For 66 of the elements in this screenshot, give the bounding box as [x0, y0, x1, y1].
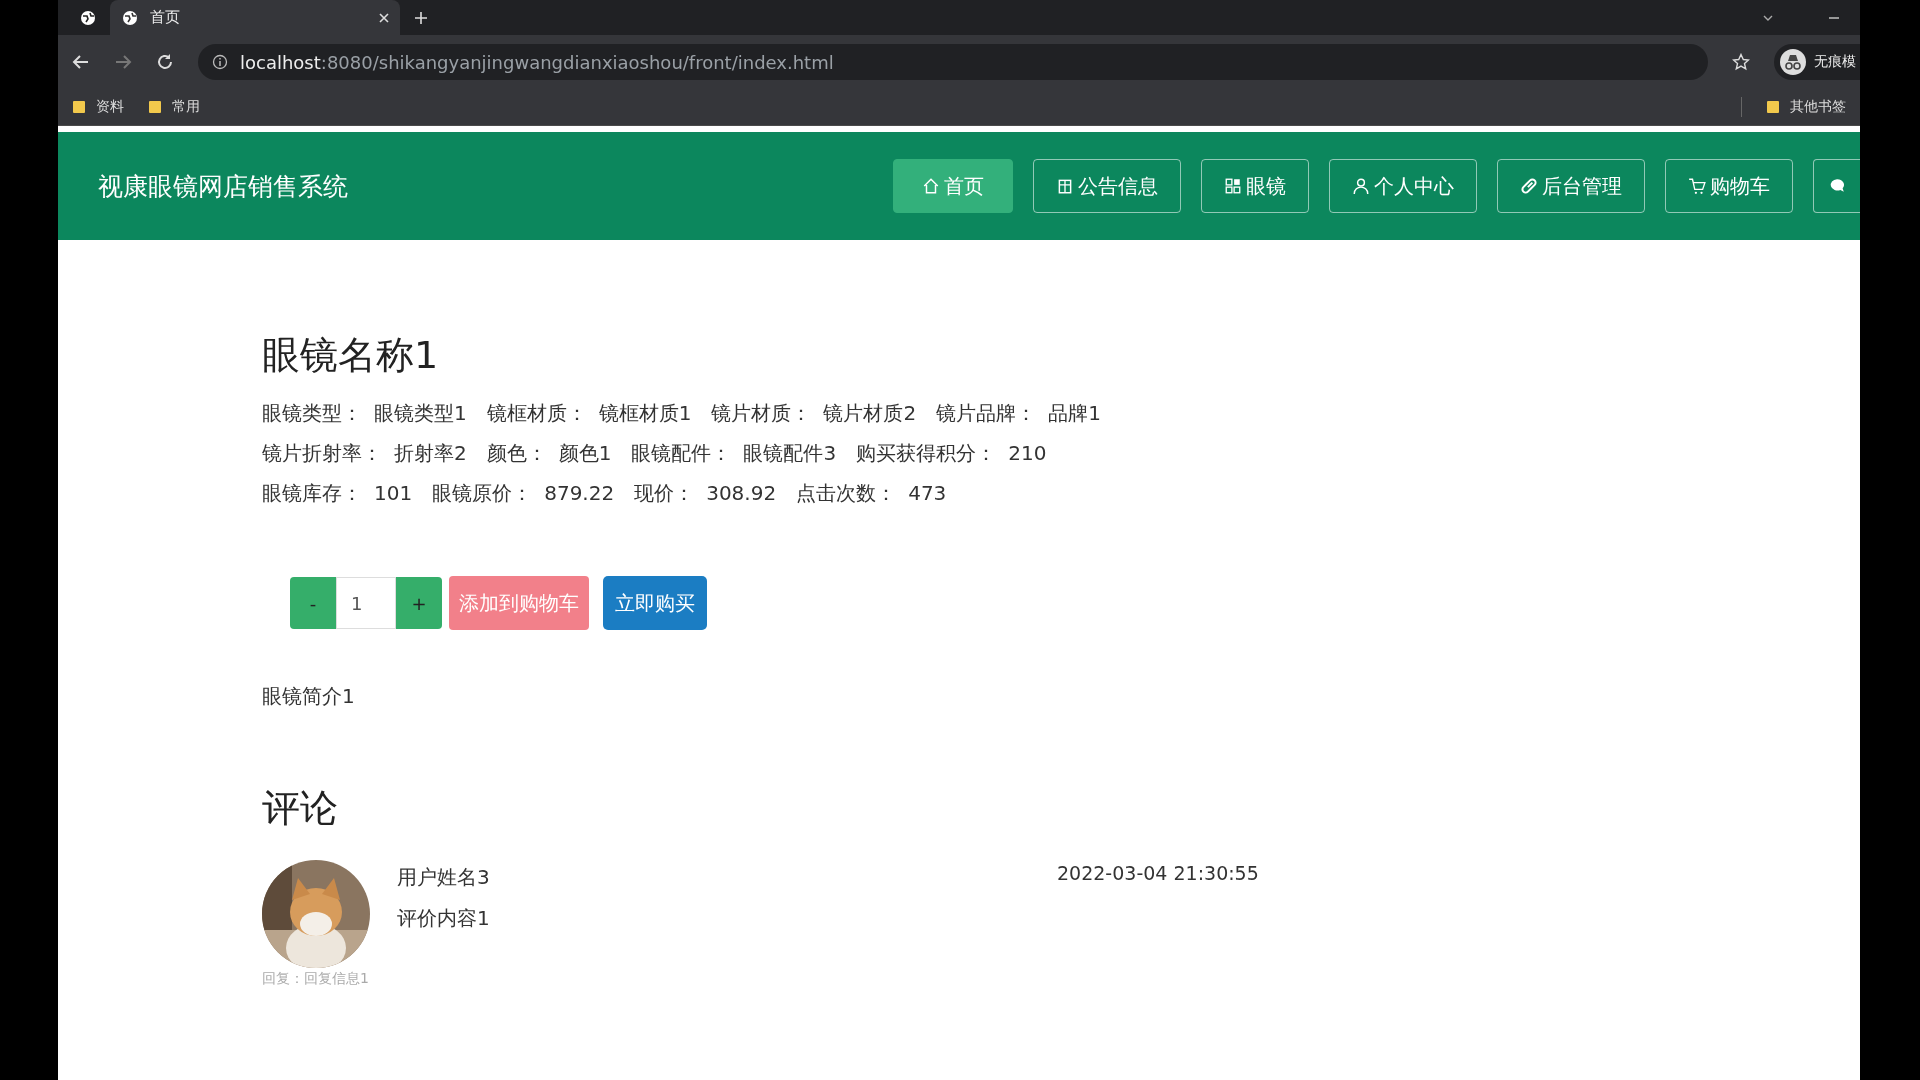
attribute-value: 101: [374, 480, 413, 507]
product-title: 眼镜名称1: [262, 332, 440, 379]
folder-icon: [72, 100, 86, 114]
reply-text: 回复：回复信息1: [262, 970, 370, 988]
buy-now-button[interactable]: 立即购买: [603, 576, 707, 630]
address-field[interactable]: localhost:8080/shikangyanjingwangdianxiaoshou/front/index.html: [198, 44, 1708, 80]
decrease-button[interactable]: -: [290, 577, 336, 629]
reload-icon[interactable]: [156, 53, 174, 71]
nav-button[interactable]: 个人中心: [1329, 159, 1477, 213]
browser-tab[interactable]: 首页: [110, 0, 400, 35]
attribute-value: 879.22: [544, 480, 615, 507]
attribute-label: 颜色：: [486, 440, 547, 467]
grid-icon: [1224, 177, 1242, 195]
comment-text: 评价内容1: [397, 905, 491, 932]
increase-button[interactable]: +: [396, 577, 442, 629]
attribute-value: 品牌1: [1048, 400, 1101, 427]
nav-button[interactable]: 后台管理: [1497, 159, 1645, 213]
bookmark-folder[interactable]: 常用: [148, 98, 200, 116]
nav-button[interactable]: 眼镜: [1201, 159, 1309, 213]
nav-button[interactable]: 公告信息: [1033, 159, 1181, 213]
cart-icon: [1688, 177, 1706, 195]
bookmark-folder[interactable]: 其他书签: [1766, 98, 1846, 116]
link-icon: [1520, 177, 1538, 195]
attribute-value: 473: [908, 480, 947, 507]
attribute-value: 308.92: [706, 480, 777, 507]
attribute-value: 眼镜类型1: [374, 400, 467, 427]
incognito-icon[interactable]: [1780, 49, 1806, 75]
comment-time: 2022-03-04 21:30:55: [1057, 861, 1259, 884]
attribute-label: 镜片品牌：: [936, 400, 1037, 427]
folder-icon: [1766, 100, 1780, 114]
user-icon: [1352, 177, 1370, 195]
site-title: 视康眼镜网店销售系统: [98, 170, 348, 203]
attribute-label: 镜框材质：: [486, 400, 587, 427]
attribute-label: 眼镜库存：: [262, 480, 362, 507]
attribute-label: 现价：: [634, 480, 695, 507]
quantity-field[interactable]: 1: [336, 577, 396, 629]
attribute-value: 折射率2: [394, 440, 467, 467]
attribute-value: 镜框材质1: [598, 400, 692, 427]
home-icon: [922, 177, 940, 195]
globe-icon: [122, 9, 138, 26]
comment-author: 用户姓名3: [397, 864, 491, 891]
attribute-label: 镜片折射率：: [262, 440, 382, 467]
globe-icon: [80, 9, 96, 26]
back-icon[interactable]: [72, 53, 90, 71]
attribute-label: 购买获得积分：: [856, 440, 997, 467]
attribute-label: 眼镜原价：: [432, 480, 533, 507]
product-description: 眼镜简介1: [262, 683, 356, 710]
tab-title: 首页: [150, 8, 181, 27]
info-icon[interactable]: [212, 54, 228, 70]
bookmark-folder[interactable]: 资料: [72, 98, 124, 116]
nav-button[interactable]: [1813, 159, 1860, 213]
attribute-value: 颜色1: [558, 440, 612, 467]
attribute-value: 210: [1008, 440, 1047, 467]
attribute-value: 镜片材质2: [823, 400, 917, 427]
comments-heading: 评论: [262, 785, 339, 832]
nav-button[interactable]: 购物车: [1665, 159, 1793, 213]
forward-icon[interactable]: [114, 53, 132, 71]
close-icon[interactable]: [378, 11, 390, 24]
attribute-label: 眼镜配件：: [631, 440, 732, 467]
attribute-label: 点击次数：: [796, 480, 897, 507]
attribute-label: 眼镜类型：: [262, 400, 362, 427]
attribute-value: 眼镜配件3: [743, 440, 837, 467]
new-tab-icon[interactable]: [414, 10, 428, 25]
folder-icon: [148, 100, 162, 114]
attribute-label: 镜片材质：: [711, 400, 812, 427]
star-icon[interactable]: [1732, 53, 1750, 71]
